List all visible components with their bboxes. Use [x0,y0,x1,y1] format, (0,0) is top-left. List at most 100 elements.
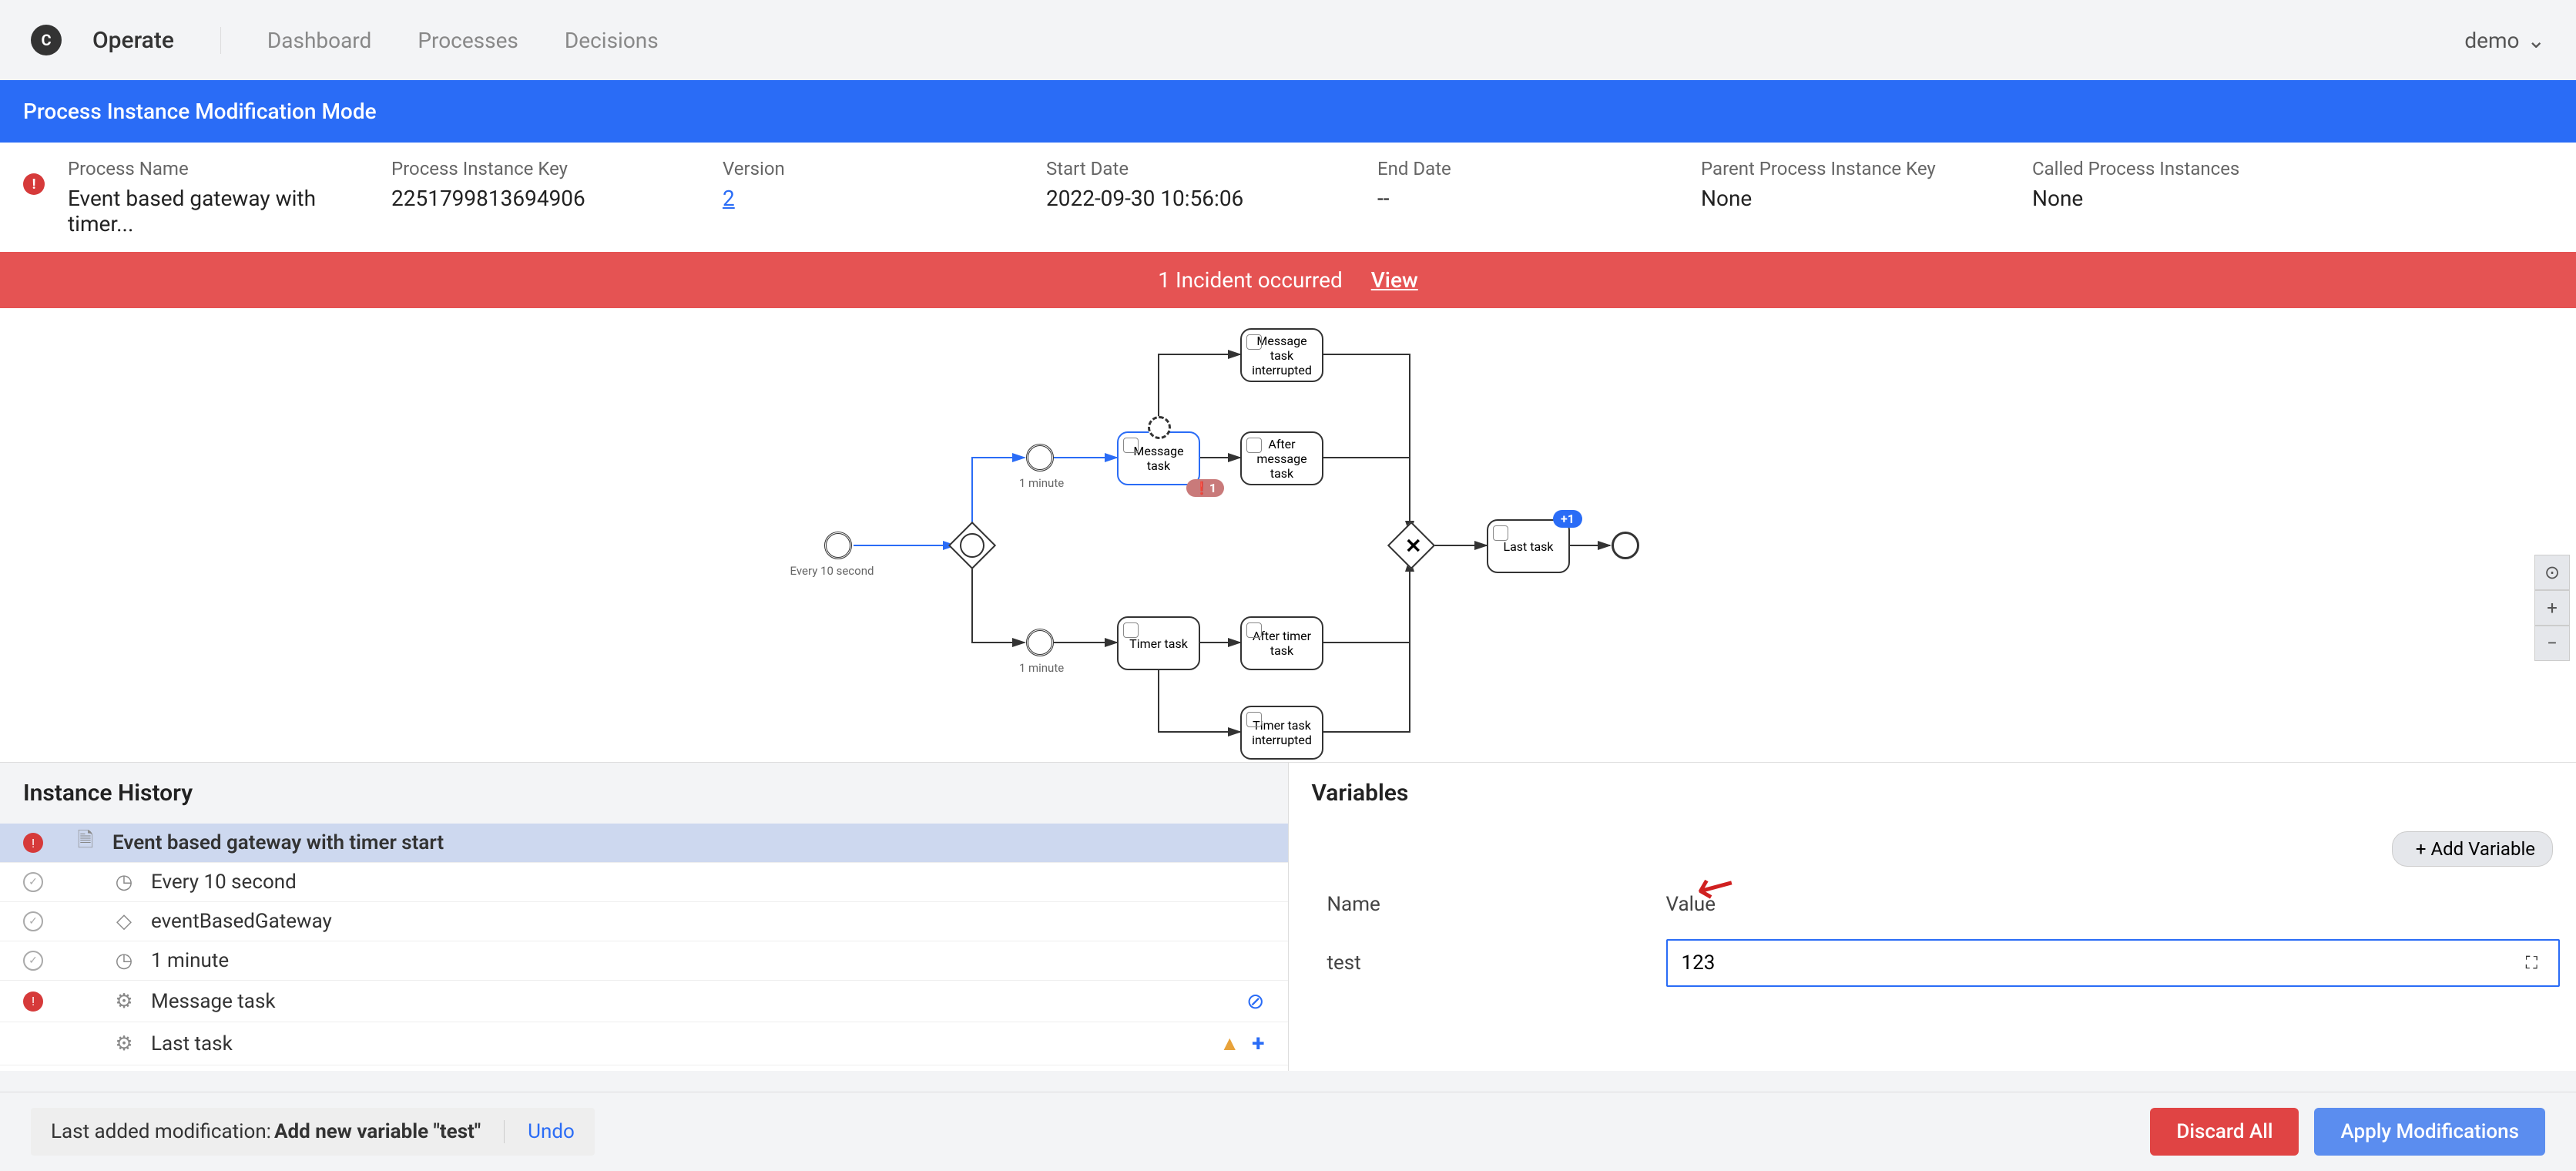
message-task-node[interactable]: Message task [1117,431,1200,485]
gear-icon [1123,438,1139,453]
start-date-value: 2022-09-30 10:56:06 [1046,186,1331,211]
variable-row: test ⛶ [1327,939,2538,987]
timer-upper-label: 1 minute [995,476,1088,490]
history-label: 1 minute [151,949,1265,972]
undo-link[interactable]: Undo [504,1120,575,1143]
after-message-task-node[interactable]: After message task [1240,431,1323,485]
timer-lower-label: 1 minute [995,661,1088,675]
add-variable-button[interactable]: + Add Variable [2392,831,2553,867]
end-date-label: End Date [1377,158,1655,180]
called-value: None [2032,186,2239,211]
timer-event-upper[interactable] [1026,444,1054,471]
variables-title: Variables [1289,763,2576,824]
parent-key-label: Parent Process Instance Key [1701,158,1986,180]
process-name-value: Event based gateway with timer... [68,186,345,237]
gear-icon: ⚙ [112,990,136,1013]
timer-task-node[interactable]: Timer task [1117,616,1200,670]
footer-bar: Last added modification: Add new variabl… [0,1092,2576,1171]
gear-icon [1123,622,1139,638]
bpmn-diagram[interactable]: Every 10 second 1 minute Message task ❗1… [0,308,2576,763]
gear-icon [1246,622,1262,638]
user-name: demo [2464,28,2519,53]
called-label: Called Process Instances [2032,158,2239,180]
start-event[interactable] [824,532,852,559]
version-link[interactable]: 2 [723,186,1000,211]
var-value-header: Value [1666,893,2538,916]
chevron-down-icon: ⌄ [2527,28,2545,53]
variable-value-input[interactable] [1666,939,2560,987]
instance-key-label: Process Instance Key [391,158,676,180]
nav-decisions[interactable]: Decisions [565,28,659,53]
instance-history-title: Instance History [0,763,1288,824]
process-name-label: Process Name [68,158,345,180]
expand-icon[interactable]: ⛶ [2526,954,2537,973]
incident-text: 1 Incident occurred [1158,267,1343,293]
clock-icon: ◷ [112,871,136,894]
history-label: Event based gateway with timer start [112,831,1265,854]
incident-icon: ! [23,173,45,195]
gear-icon [1246,438,1262,453]
incident-view-link[interactable]: View [1371,267,1418,293]
start-date-label: Start Date [1046,158,1331,180]
var-name-header: Name [1327,893,1666,916]
timer-interrupted-node[interactable]: Timer task interrupted [1240,706,1323,760]
history-row[interactable]: ! 🗎 Event based gateway with timer start [0,824,1288,863]
history-row[interactable]: ✓ ◇ eventBasedGateway [0,902,1288,941]
history-label: Last task [151,1032,1204,1055]
zoom-reset-button[interactable]: ⊙ [2534,555,2570,590]
exclusive-gateway[interactable]: ✕ [1387,522,1435,569]
zoom-controls: ⊙ + − [2534,555,2570,661]
modification-mode-banner: Process Instance Modification Mode [0,80,2576,143]
incident-banner: 1 Incident occurred View [0,252,2576,308]
token-badge: +1 [1553,510,1582,528]
event-based-gateway[interactable] [948,522,996,569]
last-task-node[interactable]: Last task [1487,519,1570,573]
zoom-in-button[interactable]: + [2534,590,2570,626]
timer-event-lower[interactable] [1026,629,1054,656]
variable-name: test [1327,951,1666,975]
gear-icon: ⚙ [112,1032,136,1055]
brand-label: Operate [92,27,221,54]
error-icon: ! [23,991,43,1012]
document-icon: 🗎 [74,831,97,854]
instance-history-panel: Instance History ! 🗎 Event based gateway… [0,763,1289,1071]
history-row[interactable]: ✓ ◷ 1 minute [0,941,1288,981]
instance-key-value: 2251799813694906 [391,186,676,211]
after-timer-task-node[interactable]: After timer task [1240,616,1323,670]
add-icon[interactable]: + [1252,1030,1264,1057]
history-row[interactable]: ! ⚙ Message task ⊘ [0,981,1288,1022]
success-icon: ✓ [23,872,43,892]
modification-message: Last added modification: Add new variabl… [31,1108,595,1156]
gear-icon [1493,525,1508,541]
start-event-label: Every 10 second [786,564,878,578]
zoom-out-button[interactable]: − [2534,626,2570,661]
app-header: C Operate Dashboard Processes Decisions … [0,0,2576,80]
parent-key-value: None [1701,186,1986,211]
history-row[interactable]: ✓ ◷ Every 10 second [0,863,1288,902]
incident-badge: ❗1 [1186,479,1224,497]
gateway-icon: ◇ [112,910,136,933]
nav-dashboard[interactable]: Dashboard [267,28,371,53]
end-event[interactable] [1612,532,1639,559]
end-date-value: -- [1377,186,1655,211]
app-logo: C [31,25,62,55]
message-interrupted-node[interactable]: Message task interrupted [1240,328,1323,382]
discard-all-button[interactable]: Discard All [2150,1108,2299,1156]
variables-panel: Variables + Add Variable Name Value test… [1289,763,2576,1071]
warning-icon: ▲ [1219,1032,1239,1055]
success-icon: ✓ [23,911,43,931]
instance-meta-bar: ! Process Name Event based gateway with … [0,143,2576,252]
history-row[interactable]: ⚙ Last task ▲ + [0,1022,1288,1065]
nav-processes[interactable]: Processes [418,28,518,53]
cancel-icon[interactable]: ⊘ [1246,988,1264,1014]
clock-icon: ◷ [112,949,136,972]
history-label: Message task [151,990,1231,1013]
version-label: Version [723,158,1000,180]
message-boundary-event[interactable] [1148,416,1171,439]
user-menu[interactable]: demo ⌄ [2464,28,2545,53]
apply-modifications-button[interactable]: Apply Modifications [2314,1108,2545,1156]
error-icon: ! [23,833,43,853]
success-icon: ✓ [23,951,43,971]
gear-icon [1246,334,1262,350]
history-label: Every 10 second [151,871,1265,894]
